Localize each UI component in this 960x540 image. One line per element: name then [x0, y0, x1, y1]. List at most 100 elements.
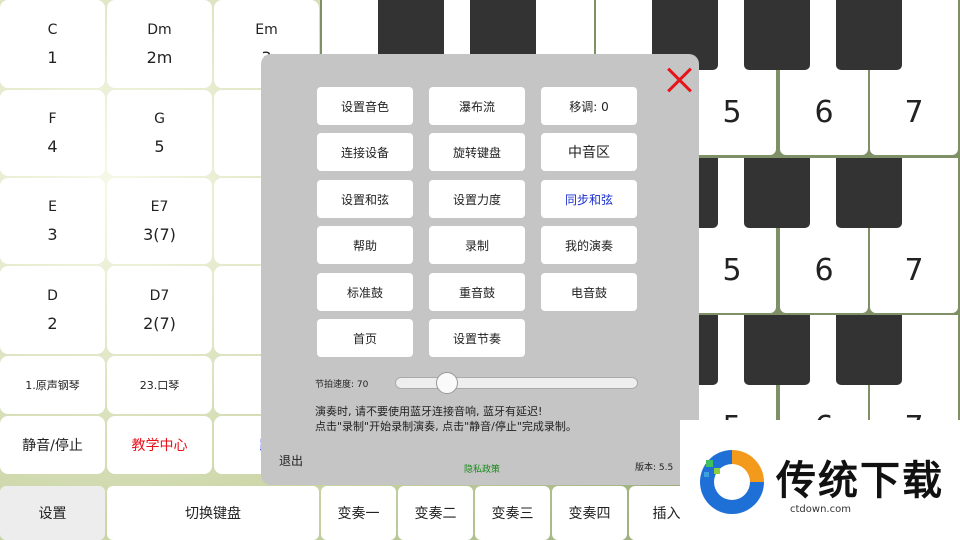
notice-text: 演奏时, 请不要使用蓝牙连接音响, 蓝牙有延迟! 点击"录制"开始录制演奏, 点… — [315, 404, 577, 434]
piano-black-key[interactable] — [744, 158, 810, 228]
instrument-label: 1.原声钢琴 — [25, 379, 80, 392]
chord-number: 4 — [47, 136, 58, 156]
chord-button[interactable]: E3 — [0, 178, 105, 264]
piano-black-key[interactable] — [836, 0, 902, 70]
dialog-button-transpose[interactable]: 移调: 0 — [541, 87, 637, 125]
chord-button[interactable]: D2 — [0, 266, 105, 354]
close-icon[interactable] — [666, 66, 694, 94]
tempo-label: 节拍速度: 70 — [315, 380, 369, 390]
dialog-button-waterfall[interactable]: 瀑布流 — [429, 87, 525, 125]
chord-button[interactable]: C1 — [0, 0, 105, 88]
watermark-title: 传统下载 — [776, 458, 944, 504]
dialog-button-label: 设置力度 — [452, 192, 501, 207]
chord-name: E7 — [150, 198, 169, 215]
piano-black-key[interactable] — [836, 158, 902, 228]
dialog-button-electronic-drum[interactable]: 电音鼓 — [541, 273, 637, 311]
dialog-button-label: 我的演奏 — [564, 238, 613, 253]
dialog-button-set-velocity[interactable]: 设置力度 — [429, 180, 525, 218]
watermark-logo-icon — [700, 450, 764, 514]
dialog-button-set-tone[interactable]: 设置音色 — [317, 87, 413, 125]
dialog-button-help[interactable]: 帮助 — [317, 226, 413, 264]
piano-key-number: 6 — [814, 253, 834, 288]
variation-label: 变奏二 — [414, 506, 457, 522]
variation-label: 变奏四 — [568, 506, 611, 522]
piano-black-key[interactable] — [836, 315, 902, 385]
teach-center-button[interactable]: 教学中心 — [107, 416, 212, 474]
dialog-button-label: 瀑布流 — [458, 99, 495, 114]
privacy-policy-link[interactable]: 隐私政策 — [464, 462, 500, 475]
variation-label: 变奏三 — [491, 506, 534, 522]
chord-name: F — [48, 110, 57, 127]
chord-name: C — [47, 21, 58, 38]
dialog-button-set-chords[interactable]: 设置和弦 — [317, 180, 413, 218]
chord-name: D — [47, 287, 58, 304]
piano-key-number: 5 — [722, 95, 742, 130]
piano-key-number: 5 — [722, 253, 742, 288]
dialog-button-label: 首页 — [352, 331, 377, 346]
chord-number: 2m — [146, 47, 173, 67]
dialog-button-label: 同步和弦 — [564, 192, 613, 207]
instrument-button[interactable]: 23.口琴 — [107, 356, 212, 414]
watermark: 传统下载 ctdown.com — [680, 420, 960, 540]
dialog-button-label: 设置节奏 — [452, 331, 501, 346]
chord-name: D7 — [149, 287, 170, 304]
settings-dialog: 设置音色 瀑布流 移调: 0 连接设备 旋转键盘 中音区 设置和弦 设置力度 同… — [261, 54, 699, 485]
chord-number: 3 — [47, 224, 58, 244]
variation-button[interactable]: 变奏二 — [398, 486, 473, 540]
dialog-button-rotate-keyboard[interactable]: 旋转键盘 — [429, 133, 525, 171]
exit-button[interactable]: 退出 — [279, 452, 303, 469]
dialog-button-middle-range[interactable]: 中音区 — [541, 133, 637, 171]
tempo-slider[interactable] — [395, 372, 638, 394]
dialog-button-set-rhythm[interactable]: 设置节奏 — [429, 319, 525, 357]
chord-button[interactable]: E7 3(7) — [107, 178, 212, 264]
piano-key-number: 7 — [904, 95, 924, 130]
chord-button[interactable]: Dm 2m — [107, 0, 212, 88]
teach-center-label: 教学中心 — [131, 438, 188, 454]
chord-button[interactable]: D7 2(7) — [107, 266, 212, 354]
piano-black-key[interactable] — [744, 315, 810, 385]
notice-line: 演奏时, 请不要使用蓝牙连接音响, 蓝牙有延迟! — [315, 405, 543, 418]
variation-label: 变奏一 — [337, 506, 380, 522]
dialog-button-label: 重音鼓 — [458, 285, 495, 300]
mute-stop-button[interactable]: 静音/停止 — [0, 416, 105, 474]
variation-button[interactable]: 变奏四 — [552, 486, 627, 540]
version-label: 版本: 5.5 — [635, 463, 674, 473]
dialog-button-label: 标准鼓 — [346, 285, 383, 300]
chord-number: 1 — [47, 47, 58, 67]
dialog-button-heavy-drum[interactable]: 重音鼓 — [429, 273, 525, 311]
instrument-button[interactable]: 1.原声钢琴 — [0, 356, 105, 414]
notice-line: 点击"录制"开始录制演奏, 点击"静音/停止"完成录制。 — [315, 420, 577, 433]
instrument-label: 23.口琴 — [139, 379, 180, 392]
switch-keyboard-button[interactable]: 切换键盘 — [107, 486, 319, 540]
dialog-button-my-performances[interactable]: 我的演奏 — [541, 226, 637, 264]
dialog-button-standard-drum[interactable]: 标准鼓 — [317, 273, 413, 311]
chord-name: Em — [255, 21, 278, 38]
chord-button[interactable]: G5 — [107, 90, 212, 176]
dialog-button-sync-chords[interactable]: 同步和弦 — [541, 180, 637, 218]
dialog-button-label: 录制 — [464, 238, 489, 253]
piano-black-key[interactable] — [744, 0, 810, 70]
chord-number: 5 — [154, 136, 165, 156]
piano-key-number: 6 — [814, 95, 834, 130]
variation-button[interactable]: 变奏三 — [475, 486, 550, 540]
insert-label: 插入 — [652, 506, 681, 522]
chord-name: G — [154, 110, 165, 127]
tempo-slider-thumb[interactable] — [435, 372, 458, 394]
chord-number: 2(7) — [143, 313, 176, 333]
dialog-button-label: 中音区 — [568, 145, 610, 161]
dialog-button-label: 连接设备 — [340, 145, 389, 160]
chord-number: 2 — [47, 313, 58, 333]
dialog-button-label: 设置音色 — [340, 99, 389, 114]
dialog-button-label: 旋转键盘 — [452, 145, 501, 160]
switch-keyboard-label: 切换键盘 — [185, 506, 241, 522]
settings-button[interactable]: 设置 — [0, 486, 105, 540]
dialog-button-label: 设置和弦 — [340, 192, 389, 207]
chord-name: Dm — [147, 21, 172, 38]
dialog-button-record[interactable]: 录制 — [429, 226, 525, 264]
variation-button[interactable]: 变奏一 — [321, 486, 396, 540]
chord-number: 3(7) — [143, 224, 176, 244]
dialog-button-connect-device[interactable]: 连接设备 — [317, 133, 413, 171]
mute-stop-label: 静音/停止 — [22, 438, 83, 454]
chord-button[interactable]: F4 — [0, 90, 105, 176]
dialog-button-home[interactable]: 首页 — [317, 319, 413, 357]
